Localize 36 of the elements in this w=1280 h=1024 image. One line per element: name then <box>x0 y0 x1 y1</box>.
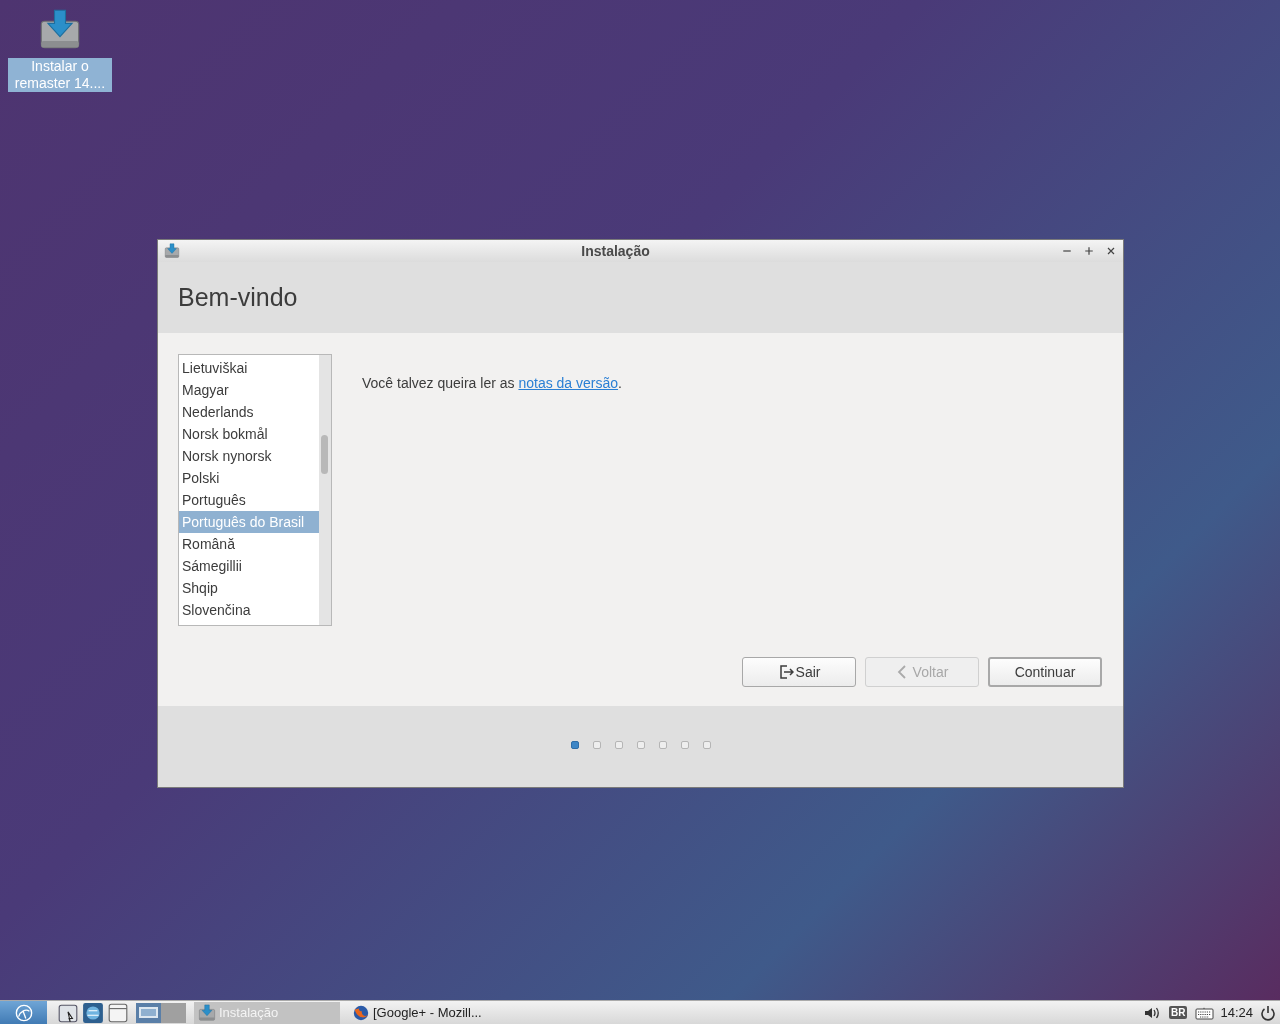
page-heading: Bem-vindo <box>178 281 298 313</box>
quit-button[interactable]: Sair <box>742 657 856 687</box>
keyboard-layout-indicator[interactable]: BR <box>1169 1006 1188 1019</box>
chevron-left-icon <box>895 665 908 679</box>
clock[interactable]: 14:24 <box>1220 1002 1253 1023</box>
language-item[interactable]: Nederlands <box>179 401 319 423</box>
keyboard-icon[interactable] <box>1195 1005 1215 1020</box>
language-item[interactable]: Polski <box>179 467 319 489</box>
task-label: [Google+ - Mozill... <box>373 1003 482 1022</box>
exit-icon <box>777 664 794 680</box>
language-item[interactable]: Norsk nynorsk <box>179 445 319 467</box>
continue-button[interactable]: Continuar <box>988 657 1102 687</box>
installer-icon <box>164 243 180 259</box>
maximize-icon[interactable] <box>1083 245 1095 257</box>
scrollbar[interactable] <box>319 355 331 625</box>
window-icon[interactable] <box>107 1001 129 1024</box>
globe-icon[interactable] <box>82 1001 104 1024</box>
power-icon[interactable] <box>1260 1004 1276 1021</box>
workspace-button[interactable] <box>136 1002 161 1023</box>
language-item[interactable]: Magyar <box>179 379 319 401</box>
installer-icon <box>198 1003 216 1022</box>
close-icon[interactable] <box>1105 245 1117 257</box>
language-item[interactable]: Sámegillii <box>179 555 319 577</box>
language-item[interactable]: Română <box>179 533 319 555</box>
window-title: Instalação <box>580 241 651 261</box>
language-item[interactable]: Shqip <box>179 577 319 599</box>
language-item[interactable]: Português <box>179 489 319 511</box>
language-item[interactable]: Lietuviškai <box>179 357 319 379</box>
taskbar-task[interactable]: [Google+ - Mozill... <box>348 1001 494 1024</box>
language-item[interactable]: Slovenčina <box>179 599 319 621</box>
scrollbar-thumb[interactable] <box>321 435 328 474</box>
start-logo-icon <box>14 1003 33 1022</box>
browser-icon <box>352 1003 370 1022</box>
language-item[interactable]: Norsk bokmål <box>179 423 319 445</box>
welcome-message: Você talvez queira ler as notas da versão. <box>362 374 622 393</box>
start-menu-button[interactable] <box>0 1000 47 1024</box>
